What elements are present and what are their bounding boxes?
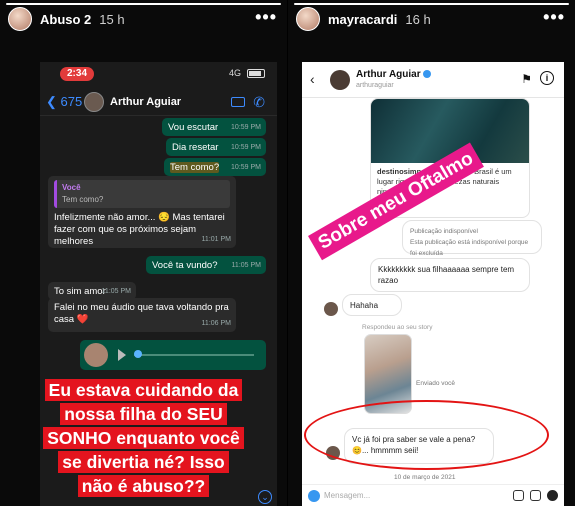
network-label: 4G xyxy=(228,68,241,78)
message-text: Kkkkkkkkk sua filhaaaaaa sempre tem raza… xyxy=(378,265,515,285)
message-bubble: Você Tem como? Infelizmente não amor... … xyxy=(48,176,236,248)
message-text: Você ta vundo? xyxy=(152,260,218,271)
quote-text: Tem como? xyxy=(62,195,104,204)
quote-author: Você xyxy=(62,183,81,192)
seen-label: Enviado você xyxy=(416,380,456,387)
right-story: mayracardi 16 h ••• ‹ Arthur Aguiar arth… xyxy=(288,0,575,506)
story-time: 16 h xyxy=(405,11,431,27)
info-icon[interactable]: i xyxy=(540,71,554,85)
quoted-message[interactable]: Você Tem como? xyxy=(54,180,230,208)
avatar[interactable] xyxy=(8,7,32,31)
message-text: Dia resetar xyxy=(172,142,219,153)
story-caption: Eu estava cuidando da nossa filha do SEU… xyxy=(0,378,287,498)
sender-avatar xyxy=(324,302,338,316)
battery-icon xyxy=(247,69,265,78)
unavailable-title: Publicação indisponível xyxy=(410,228,478,235)
unavailable-post: Publicação indisponível Esta publicação … xyxy=(402,220,542,257)
more-options-icon[interactable]: ••• xyxy=(543,7,565,28)
message-input-bar[interactable]: Mensagem... xyxy=(302,484,564,506)
message-text: Tem como? xyxy=(170,162,220,173)
message-time: 10:59 PM xyxy=(231,164,261,171)
gallery-icon[interactable] xyxy=(530,490,541,501)
plus-icon[interactable] xyxy=(547,490,558,501)
contact-avatar[interactable] xyxy=(84,92,104,112)
scroll-down-icon[interactable]: ⌄ xyxy=(258,490,272,504)
message-text: Infelizmente não amor... 😔 Mas tentarei … xyxy=(54,212,225,247)
audio-message[interactable] xyxy=(80,340,266,370)
camera-icon[interactable] xyxy=(308,490,320,502)
flag-icon[interactable]: ⚑ xyxy=(521,72,532,86)
message-text: Vou escutar xyxy=(168,122,219,133)
input-actions xyxy=(513,490,558,501)
caption-line: não é abuso?? xyxy=(77,475,210,497)
profile-handle: arthuraguiar xyxy=(356,82,394,89)
left-story: Abuso 2 15 h ••• 2:34 4G ❮ 675 Arthur Ag… xyxy=(0,0,287,506)
sender-avatar xyxy=(84,343,108,367)
clock-pill: 2:34 xyxy=(60,67,94,81)
message-bubble: Falei no meu áudio que tava voltando pra… xyxy=(48,298,236,332)
date-label: 10 de março de 2021 xyxy=(394,474,456,481)
chat-header: ❮ 675 Arthur Aguiar ✆ xyxy=(40,88,277,116)
caption-line: Eu estava cuidando da xyxy=(44,379,243,401)
profile-name[interactable]: Arthur Aguiar xyxy=(356,69,431,80)
story-username[interactable]: mayracardi xyxy=(328,12,397,27)
story-progress-bar xyxy=(6,3,281,5)
message-bubble: Tem como? 10:59 PM xyxy=(164,158,266,176)
phone-call-icon[interactable]: ✆ xyxy=(253,94,265,111)
verified-icon xyxy=(422,70,431,79)
message-time: 11:01 PM xyxy=(201,236,231,243)
audio-scrubber[interactable] xyxy=(134,350,142,358)
dm-header: ‹ Arthur Aguiar arthuraguiar ⚑ i xyxy=(302,62,564,98)
message-time: 11:06 PM xyxy=(201,320,231,327)
message-time: 11:05 PM xyxy=(101,288,131,295)
profile-avatar[interactable] xyxy=(330,70,350,90)
message-bubble: Vou escutar 10:59 PM xyxy=(162,118,266,136)
profile-name-text: Arthur Aguiar xyxy=(356,69,421,80)
message-time: 11:05 PM xyxy=(231,262,261,269)
story-progress-bar xyxy=(294,3,569,5)
message-text: To sim amor xyxy=(54,286,106,297)
back-count: 675 xyxy=(60,94,83,109)
unavailable-text: Esta publicação está indisponível porque… xyxy=(410,239,529,257)
caption-line: nossa filha do SEU xyxy=(60,403,227,425)
message-bubble: Kkkkkkkkk sua filhaaaaaa sempre tem raza… xyxy=(370,258,530,292)
story-time: 15 h xyxy=(99,11,125,27)
back-button[interactable]: ❮ 675 xyxy=(46,94,82,110)
video-call-icon[interactable] xyxy=(231,97,245,107)
caption-line: SONHO enquanto você xyxy=(43,427,244,449)
replied-label: Respondeu ao seu story xyxy=(362,324,433,331)
story-header: mayracardi 16 h ••• xyxy=(288,6,575,32)
message-text: Hahaha xyxy=(350,301,379,310)
story-username[interactable]: Abuso 2 xyxy=(40,12,91,27)
avatar[interactable] xyxy=(296,7,320,31)
message-bubble: Hahaha xyxy=(342,294,402,316)
back-icon[interactable]: ‹ xyxy=(310,71,315,87)
caption-line: se divertia né? Isso xyxy=(58,451,229,473)
red-highlight-circle xyxy=(304,400,549,470)
message-bubble: Dia resetar 10:59 PM xyxy=(166,138,266,156)
message-time: 10:59 PM xyxy=(231,144,261,151)
play-icon[interactable] xyxy=(118,349,126,361)
status-bar: 2:34 4G xyxy=(40,62,277,84)
more-options-icon[interactable]: ••• xyxy=(255,7,277,28)
message-input[interactable]: Mensagem... xyxy=(324,491,370,500)
mic-icon[interactable] xyxy=(513,490,524,501)
story-header: Abuso 2 15 h ••• xyxy=(0,6,287,32)
message-time: 10:59 PM xyxy=(231,124,261,131)
audio-waveform[interactable] xyxy=(134,354,254,356)
contact-name[interactable]: Arthur Aguiar xyxy=(110,96,181,108)
message-bubble: Você ta vundo? 11:05 PM xyxy=(146,256,266,274)
